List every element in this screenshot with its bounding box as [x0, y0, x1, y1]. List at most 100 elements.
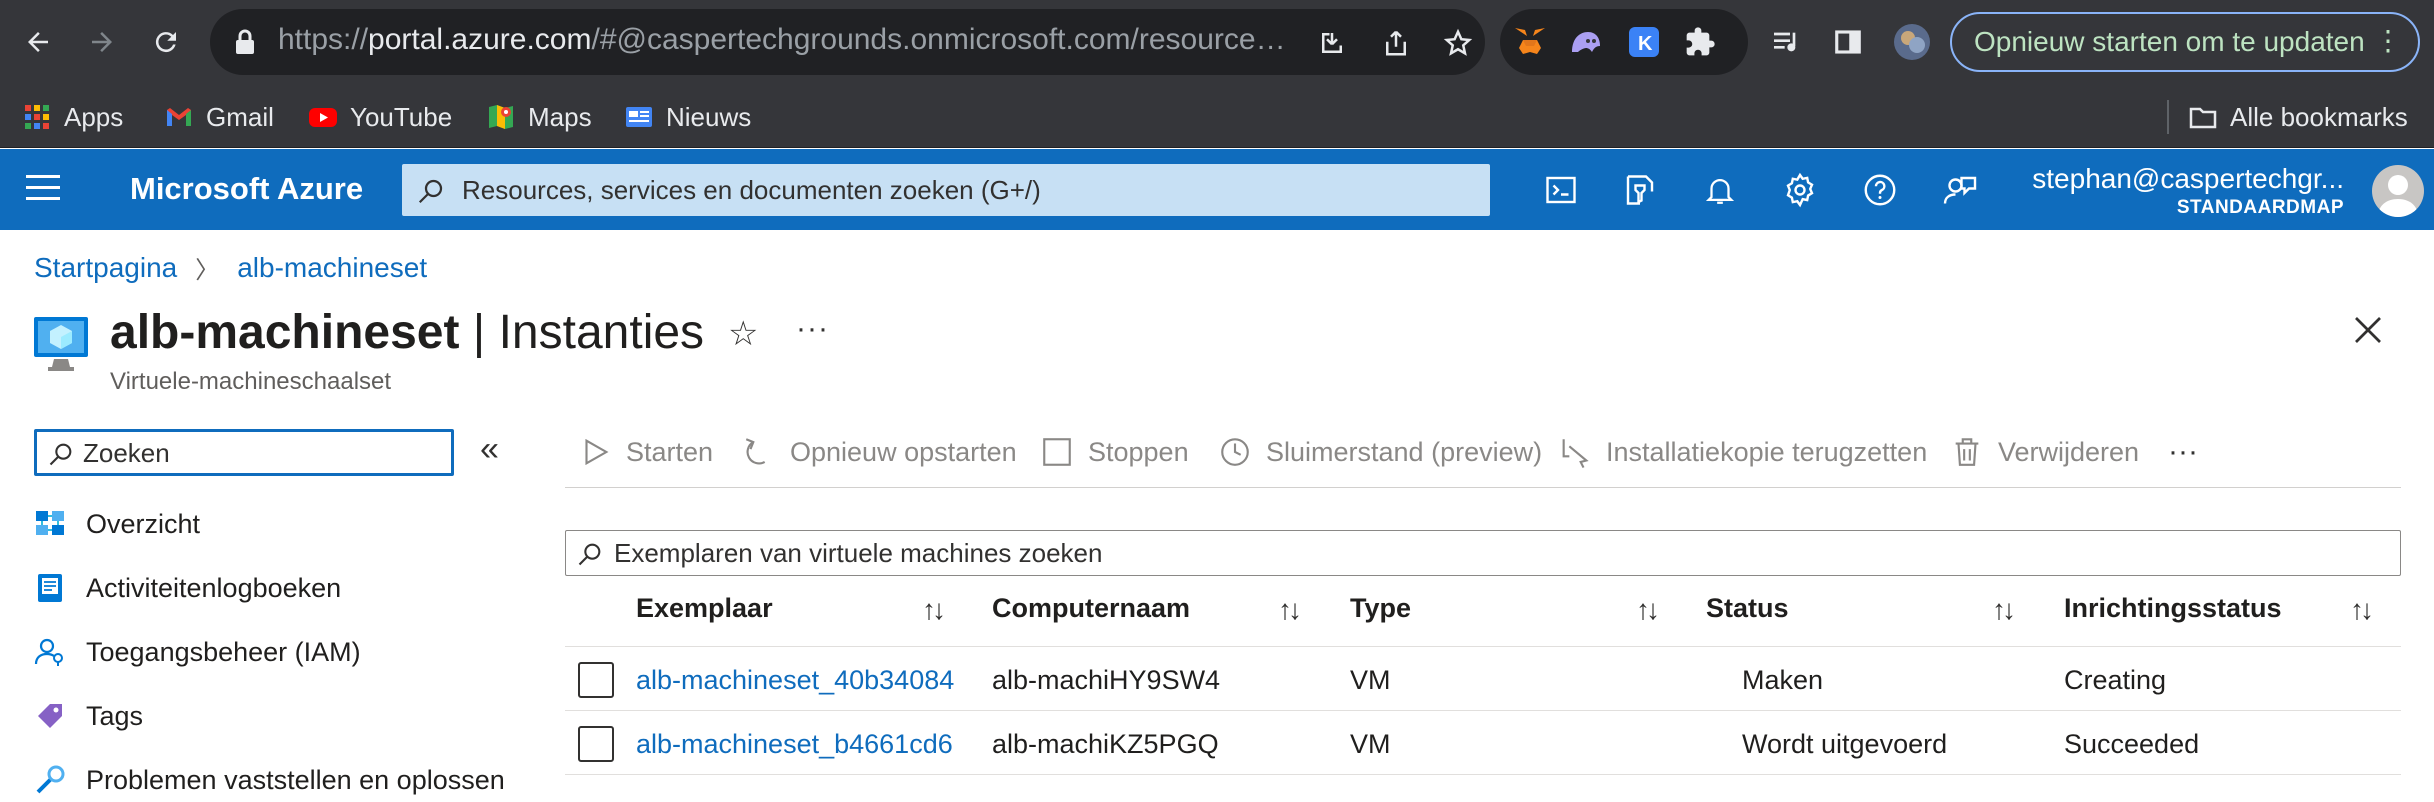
sort-icon[interactable]: ↑↓	[1278, 594, 1302, 626]
k-extension-icon[interactable]: K	[1624, 22, 1664, 62]
computer-name: alb-machiKZ5PGQ	[992, 729, 1219, 759]
puzzle-icon[interactable]	[1680, 22, 1720, 62]
delete-label: Verwijderen	[1998, 436, 2140, 467]
media-icon[interactable]	[1762, 18, 1810, 66]
apps-grid-icon	[25, 105, 49, 129]
brand-title[interactable]: Microsoft Azure	[130, 171, 363, 207]
instances-search-input[interactable]	[614, 533, 2374, 573]
bookmark-nieuws[interactable]: Nieuws	[624, 98, 751, 136]
reimage-icon	[1562, 439, 1589, 469]
breadcrumb-home[interactable]: Startpagina	[34, 252, 177, 284]
install-icon[interactable]	[1312, 23, 1352, 63]
instance-link[interactable]: alb-machineset_b4661cd6	[636, 729, 953, 760]
directory-filter-icon[interactable]	[1617, 167, 1663, 213]
global-search-input[interactable]	[462, 164, 1462, 216]
folder-icon	[2189, 107, 2217, 129]
feedback-icon[interactable]	[1937, 167, 1983, 213]
extensions-area: K	[1500, 9, 1748, 75]
play-icon	[585, 438, 609, 466]
metamask-icon[interactable]	[1510, 22, 1550, 62]
all-bookmarks-button[interactable]: Alle bookmarks	[2188, 98, 2408, 136]
toolbar-more-icon[interactable]: ···	[2168, 430, 2198, 474]
reload-icon	[155, 32, 176, 53]
news-icon	[626, 107, 652, 127]
bookmark-youtube[interactable]: YouTube	[308, 98, 452, 136]
sidebar-item-overview[interactable]: Overzicht	[34, 502, 200, 546]
hibernate-button[interactable]: Sluimerstand (preview)	[1218, 430, 1542, 474]
breadcrumb-current[interactable]: alb-machineset	[237, 252, 427, 284]
delete-button[interactable]: Verwijderen	[1950, 430, 2139, 474]
row-checkbox[interactable]	[578, 726, 614, 762]
stop-button[interactable]: Stoppen	[1040, 430, 1189, 474]
column-header-status[interactable]: Status	[1706, 593, 1789, 624]
bookmark-maps[interactable]: Maps	[486, 98, 592, 136]
hamburger-menu-icon[interactable]	[26, 175, 60, 205]
reimage-button[interactable]: Installatiekopie terugzetten	[1558, 430, 1927, 474]
sidebar-search-input[interactable]	[83, 434, 443, 472]
instance-type: VM	[1350, 665, 1391, 695]
instance-link[interactable]: alb-machineset_40b34084	[636, 665, 954, 696]
account-directory: STANDAARDMAP	[2176, 197, 2344, 218]
instance-type: VM	[1350, 729, 1391, 759]
side-panel-icon[interactable]	[1824, 18, 1872, 66]
column-header-provisioning[interactable]: Inrichtingsstatus	[2064, 593, 2282, 624]
cloud-shell-icon[interactable]	[1538, 167, 1584, 213]
page-title: alb-machineset | Instanties	[110, 306, 705, 359]
more-vert-icon: ⋮	[2374, 25, 2402, 56]
column-header-computer-name[interactable]: Computernaam	[992, 593, 1190, 624]
more-options-icon[interactable]: ···	[796, 312, 829, 346]
start-button[interactable]: Starten	[578, 430, 713, 474]
global-search[interactable]	[402, 164, 1490, 216]
sidebar-item-iam[interactable]: Toegangsbeheer (IAM)	[34, 630, 361, 674]
account-name[interactable]: stephan@caspertechgr...	[2032, 163, 2344, 195]
search-icon	[578, 543, 601, 566]
address-bar[interactable]: https://portal.azure.com/#@caspertechgro…	[210, 9, 1485, 75]
share-icon[interactable]	[1376, 23, 1416, 63]
bookmark-gmail[interactable]: Gmail	[164, 98, 274, 136]
sort-icon[interactable]: ↑↓	[922, 594, 946, 626]
close-icon[interactable]	[2350, 312, 2386, 348]
restart-to-update-button[interactable]: Opnieuw starten om te updaten ⋮	[1950, 12, 2420, 72]
back-button[interactable]	[14, 18, 62, 66]
diagnose-icon	[36, 765, 65, 794]
star-icon[interactable]	[1438, 23, 1478, 63]
sort-icon[interactable]: ↑↓	[2350, 594, 2374, 626]
restart-button[interactable]: Opnieuw opstarten	[742, 430, 1017, 474]
breadcrumb: Startpagina 〉 alb-machineset	[34, 250, 427, 285]
row-checkbox[interactable]	[578, 662, 614, 698]
bookmark-label: Nieuws	[666, 101, 752, 132]
all-bookmarks-label: Alle bookmarks	[2230, 101, 2408, 132]
sidebar-item-activity-log[interactable]: Activiteitenlogboeken	[34, 566, 341, 610]
avatar[interactable]	[2372, 165, 2424, 217]
stop-icon	[1043, 438, 1071, 466]
forward-button[interactable]	[78, 18, 126, 66]
help-icon[interactable]	[1857, 167, 1903, 213]
notifications-bell-icon[interactable]	[1697, 167, 1743, 213]
search-icon	[418, 179, 443, 204]
settings-gear-icon[interactable]	[1777, 167, 1823, 213]
bookmark-apps[interactable]: Apps	[22, 98, 123, 136]
sidebar-item-diagnose[interactable]: Problemen vaststellen en oplossen	[34, 758, 505, 802]
collapse-sidebar-icon[interactable]: «	[480, 430, 499, 469]
sidebar-item-tags[interactable]: Tags	[34, 694, 143, 738]
ghost-extension-icon[interactable]	[1566, 22, 1606, 62]
reload-button[interactable]	[142, 18, 190, 66]
trash-icon	[1955, 438, 1979, 466]
sidebar-item-label: Problemen vaststellen en oplossen	[86, 764, 505, 795]
reimage-label: Installatiekopie terugzetten	[1606, 436, 1928, 467]
sidebar-search[interactable]	[34, 429, 454, 476]
sort-icon[interactable]: ↑↓	[1636, 594, 1660, 626]
instances-search[interactable]	[565, 530, 2401, 576]
maps-icon	[489, 105, 513, 129]
column-header-type[interactable]: Type	[1350, 593, 1411, 624]
divider	[2167, 100, 2169, 134]
bookmark-label: Maps	[528, 101, 592, 132]
column-header-instance[interactable]: Exemplaar	[636, 593, 773, 624]
sort-icon[interactable]: ↑↓	[1992, 594, 2016, 626]
bookmark-label: Gmail	[206, 101, 274, 132]
clock-icon	[1221, 438, 1249, 466]
restart-label: Opnieuw opstarten	[790, 436, 1017, 467]
profile-avatar-icon[interactable]	[1888, 18, 1936, 66]
favorite-star-icon[interactable]: ☆	[728, 314, 758, 354]
search-icon	[49, 443, 72, 466]
